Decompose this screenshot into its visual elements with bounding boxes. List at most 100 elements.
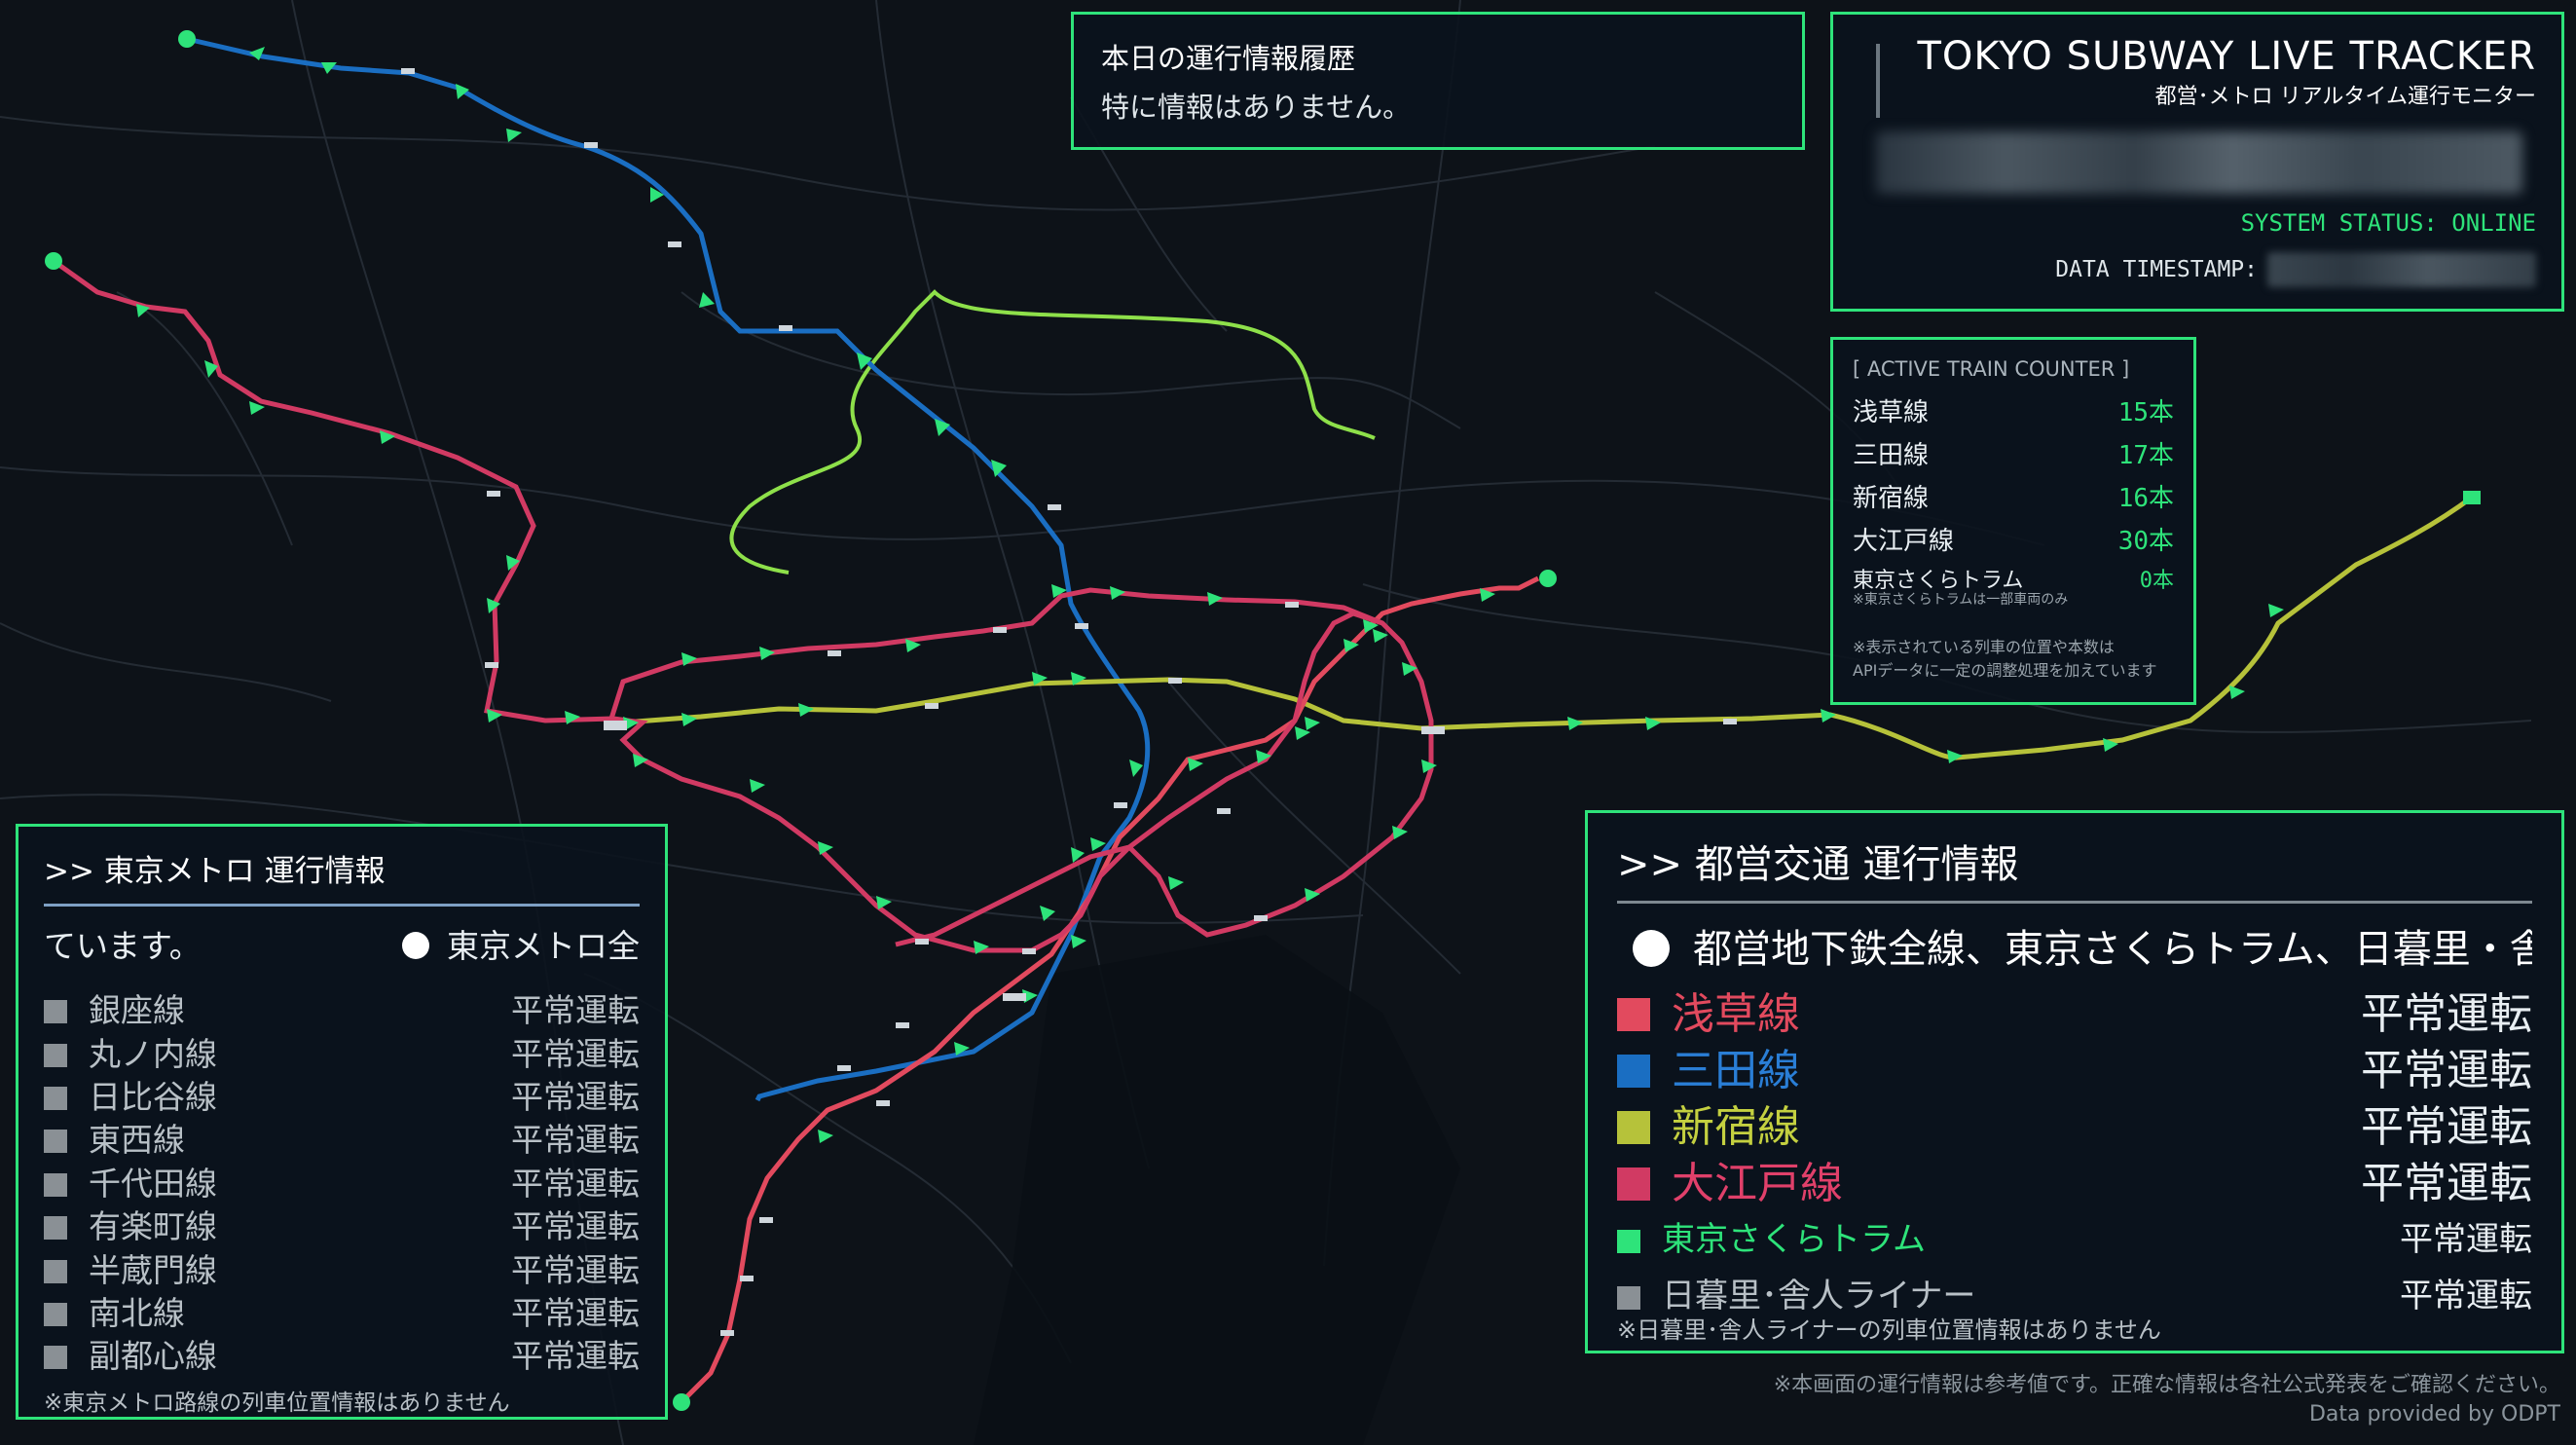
counter-row-oedo: 大江戸線 30本: [1853, 517, 2174, 560]
counter-note-line: ※表示されている列車の位置や本数は: [1853, 638, 2115, 656]
counter-line-name: 浅草線: [1853, 397, 1930, 427]
line-name: 東京さくらトラム: [1662, 1219, 1926, 1259]
line-name: 三田線: [1672, 1046, 1800, 1095]
line-square-icon: [44, 1346, 67, 1370]
metro-heading: >> 東京メトロ 運行情報: [44, 846, 640, 907]
footer-disclaimer: ※本画面の運行情報は参考値です。正確な情報は各社公式発表をご確認ください。: [1773, 1373, 2560, 1397]
line-status: 平常運転: [2400, 1219, 2532, 1259]
line-status: 平常運転: [511, 1250, 640, 1289]
toei-ticker: 都営地下鉄全線、東京さくらトラム、日暮里・舎: [1617, 917, 2532, 974]
metro-line-marunouchi: 丸ノ内線 平常運転: [44, 1029, 640, 1073]
counter-row-shinjuku: 新宿線 16本: [1853, 474, 2174, 517]
line-square-icon: [1617, 1111, 1650, 1144]
counter-value: 16本: [2117, 483, 2174, 513]
toei-line-sakura: 東京さくらトラム 平常運転: [1617, 1207, 2532, 1264]
line-square-icon: [44, 1130, 67, 1154]
ticker-left: ています。: [44, 927, 202, 965]
metro-line-yurakucho: 有楽町線 平常運転: [44, 1203, 640, 1245]
line-name: 半蔵門線: [89, 1250, 217, 1289]
line-square-icon: [44, 1086, 67, 1110]
line-status: 平常運転: [511, 1121, 640, 1160]
history-title: 本日の運行情報履歴: [1101, 42, 1356, 75]
metro-line-chiyoda: 千代田線 平常運転: [44, 1160, 640, 1203]
metro-line-hanzomon: 半蔵門線 平常運転: [44, 1245, 640, 1289]
counter-line-name: 三田線: [1853, 440, 1930, 470]
ticker-text: 都営地下鉄全線、東京さくらトラム、日暮里・舎: [1693, 927, 2532, 972]
line-status: 平常運転: [511, 1034, 640, 1073]
metro-line-namboku: 南北線 平常運転: [44, 1289, 640, 1332]
line-name: 銀座線: [89, 991, 185, 1030]
toei-line-shinjuku: 新宿線 平常運転: [1617, 1094, 2532, 1152]
counter-note-line: APIデータに一定の調整処理を加えています: [1853, 661, 2157, 680]
metro-line-ginza: 銀座線 平常運転: [44, 986, 640, 1029]
line-status: 平常運転: [511, 1077, 640, 1116]
app-title: TOKYO SUBWAY LIVE TRACKER: [1917, 34, 2536, 79]
line-status: 平常運転: [511, 1164, 640, 1203]
status-dot-icon: [402, 932, 429, 959]
redacted-timestamp: [2267, 252, 2536, 287]
metro-line-fukutoshin: 副都心線 平常運転: [44, 1332, 640, 1375]
counter-line-name: 新宿線: [1853, 483, 1930, 513]
data-timestamp: DATA TIMESTAMP:: [2055, 252, 2536, 287]
app-subtitle: 都営･メトロ リアルタイム運行モニター: [2154, 85, 2536, 109]
line-name: 丸ノ内線: [89, 1034, 217, 1073]
metro-line-tozai: 東西線 平常運転: [44, 1116, 640, 1159]
line-name: 副都心線: [89, 1337, 217, 1376]
line-square-icon: [1617, 1229, 1640, 1253]
counter-value: 15本: [2117, 397, 2174, 427]
redacted-clock: [1876, 131, 2522, 194]
line-name: 浅草線: [1672, 989, 1800, 1039]
line-square-icon: [44, 1302, 67, 1326]
line-name: 大江戸線: [1672, 1159, 1843, 1208]
route-sakura-tram[interactable]: [729, 289, 1376, 574]
line-square-icon: [44, 1172, 67, 1197]
line-square-icon: [1617, 1167, 1650, 1201]
metro-note: ※東京メトロ路線の列車位置情報はありません: [44, 1389, 510, 1416]
toei-line-mita: 三田線 平常運転: [1617, 1038, 2532, 1095]
footer: ※本画面の運行情報は参考値です。正確な情報は各社公式発表をご確認ください。 Da…: [1774, 1371, 2560, 1429]
ticker-right: 東京メトロ全: [447, 927, 640, 965]
line-status: 平常運転: [511, 991, 640, 1030]
metro-ticker: ています。 東京メトロ全: [44, 920, 640, 967]
line-status: 平常運転: [2400, 1276, 2532, 1315]
line-square-icon: [1617, 1285, 1640, 1310]
metro-status-panel: >> 東京メトロ 運行情報 ています。 東京メトロ全 銀座線 平常運転 丸ノ内線平…: [16, 824, 668, 1420]
counter-value: 30本: [2117, 526, 2174, 556]
line-name: 有楽町線: [89, 1207, 217, 1246]
line-square-icon: [1617, 998, 1650, 1031]
line-status: 平常運転: [511, 1293, 640, 1332]
timestamp-label: DATA TIMESTAMP:: [2055, 257, 2258, 282]
line-name: 南北線: [89, 1293, 185, 1332]
line-status: 平常運転: [2361, 1046, 2532, 1095]
counter-row-sakura: 東京さくらトラム 0本: [1853, 566, 2174, 593]
counter-disclaimer: ※表示されている列車の位置や本数は APIデータに一定の調整処理を加えています: [1853, 636, 2174, 683]
metro-line-hibiya: 日比谷線 平常運転: [44, 1073, 640, 1116]
line-square-icon: [44, 1043, 67, 1067]
counter-line-name: 大江戸線: [1853, 526, 1955, 556]
tracker-panel: TOKYO SUBWAY LIVE TRACKER 都営･メトロ リアルタイム運…: [1830, 12, 2564, 312]
counter-row-asakusa: 浅草線 15本: [1853, 389, 2174, 431]
toei-status-panel: >> 都営交通 運行情報 都営地下鉄全線、東京さくらトラム、日暮里・舎 浅草線平…: [1585, 810, 2564, 1353]
line-status: 平常運転: [2361, 1102, 2532, 1152]
toei-note: ※日暮里･舎人ライナーの列車位置情報はありません: [1617, 1316, 2161, 1344]
line-name: 日暮里･舎人ライナー: [1662, 1276, 1976, 1315]
line-status: 平常運転: [2361, 989, 2532, 1039]
line-square-icon: [44, 1000, 67, 1024]
toei-heading: >> 都営交通 運行情報: [1617, 833, 2532, 904]
toei-line-oedo: 大江戸線 平常運転: [1617, 1151, 2532, 1208]
line-square-icon: [44, 1216, 67, 1241]
footer-credit: Data provided by ODPT: [2308, 1402, 2560, 1426]
counter-row-mita: 三田線 17本: [1853, 431, 2174, 474]
line-status: 平常運転: [511, 1337, 640, 1376]
system-status: SYSTEM STATUS: ONLINE: [2240, 209, 2536, 237]
active-train-counter: [ ACTIVE TRAIN COUNTER ] 浅草線 15本 三田線 17本…: [1830, 337, 2196, 705]
history-panel: 本日の運行情報履歴 特に情報はありません。: [1071, 12, 1805, 150]
title-divider: [1876, 44, 1880, 118]
toei-line-asakusa: 浅草線 平常運転: [1617, 982, 2532, 1039]
line-status: 平常運転: [511, 1207, 640, 1246]
status-dot-icon: [1633, 930, 1670, 967]
line-name: 新宿線: [1672, 1102, 1800, 1152]
map-water: [974, 935, 1460, 1445]
counter-value: 17本: [2117, 440, 2174, 470]
line-name: 千代田線: [89, 1164, 217, 1203]
